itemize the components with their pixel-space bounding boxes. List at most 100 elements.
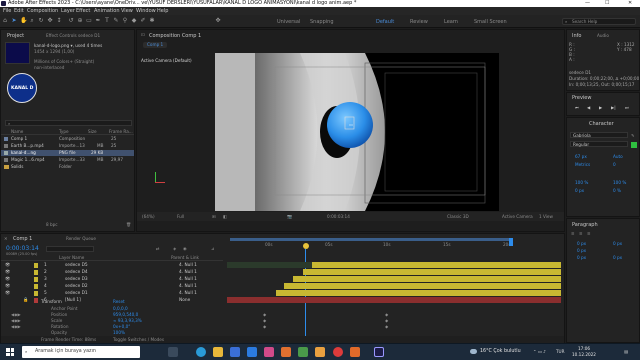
layer-parent[interactable]: 4. Null 1 xyxy=(179,269,197,276)
visibility-eye-icon[interactable]: 👁 xyxy=(5,269,10,276)
next-frame-icon[interactable]: ▶| xyxy=(611,105,616,110)
prop-opacity-value[interactable]: 100% xyxy=(113,330,125,335)
work-area-end-marker[interactable] xyxy=(509,238,513,246)
clock-time[interactable]: 17:06 xyxy=(578,346,590,351)
menu-composition[interactable]: Composition xyxy=(27,7,58,15)
close-button[interactable]: ✕ xyxy=(628,0,632,7)
font-size-value[interactable]: 67 px xyxy=(575,154,587,159)
transform-label[interactable]: Transform xyxy=(41,299,62,304)
project-item[interactable]: Solids Folder xyxy=(1,164,134,170)
keyframe-diamond-icon[interactable]: ◆ xyxy=(385,318,388,323)
language-indicator[interactable]: TUR xyxy=(556,349,565,354)
visibility-eye-icon[interactable]: 👁 xyxy=(5,262,10,269)
dolly-tool-icon[interactable]: ↕ xyxy=(56,18,62,24)
orbit-tool-icon[interactable]: ↻ xyxy=(38,18,44,24)
store-icon[interactable] xyxy=(230,347,240,357)
puppet-tool-icon[interactable]: ✱ xyxy=(149,18,155,24)
font-style-dropdown[interactable]: Regular xyxy=(570,141,628,147)
comp-viewer[interactable] xyxy=(215,53,499,211)
tsume-value[interactable]: 0 % xyxy=(613,188,621,193)
space-before-value[interactable]: 0 px xyxy=(577,255,586,260)
task-view-icon[interactable] xyxy=(168,347,178,357)
prop-scale-value[interactable]: ∞ 93,3,93,3% xyxy=(113,318,142,323)
windows-start-icon[interactable] xyxy=(6,348,14,356)
close-tab-icon[interactable]: ✕ xyxy=(4,236,8,241)
hand-tool-icon[interactable]: ✋ xyxy=(20,18,27,24)
app-icon[interactable] xyxy=(350,347,360,357)
layer-label-color[interactable] xyxy=(34,263,38,268)
lock-icon[interactable]: ⊡ xyxy=(141,32,145,37)
keyframe-nav-icon[interactable]: ◀◆▶ xyxy=(11,312,21,317)
resolution-dropdown[interactable]: Full xyxy=(177,214,184,219)
prev-frame-icon[interactable]: ◀ xyxy=(587,105,590,110)
menu-window[interactable]: Window xyxy=(136,7,156,15)
weather-icon[interactable] xyxy=(470,349,477,354)
keyframe-nav-icon[interactable]: ◀◆▶ xyxy=(11,324,21,329)
menu-view[interactable]: View xyxy=(121,7,133,15)
layer-parent[interactable]: 4. Null 1 xyxy=(179,283,197,290)
universal-label[interactable]: Universal xyxy=(277,19,300,25)
draft-3d-icon[interactable]: ◈ xyxy=(173,246,176,251)
play-icon[interactable]: ▶ xyxy=(599,105,602,110)
col-parent[interactable]: Parent & Link xyxy=(171,255,199,260)
vertical-scale-value[interactable]: 100 % xyxy=(575,180,588,185)
tab-info[interactable]: Info xyxy=(572,33,581,39)
app-icon[interactable] xyxy=(264,347,274,357)
last-frame-icon[interactable]: ⏭ xyxy=(625,105,629,110)
layer-bar[interactable] xyxy=(311,262,561,268)
baseline-shift-value[interactable]: 0 px xyxy=(575,188,584,193)
layer-bar[interactable] xyxy=(293,276,561,282)
viewer-timecode[interactable]: 0:00:03:14 xyxy=(327,214,350,219)
col-size[interactable]: Size xyxy=(88,129,97,134)
edge-icon[interactable] xyxy=(196,347,206,357)
app-icon[interactable] xyxy=(315,347,325,357)
after-effects-icon[interactable] xyxy=(374,347,384,357)
col-name[interactable]: Name xyxy=(11,129,23,134)
fill-color-swatch[interactable] xyxy=(631,142,637,148)
col-frame-rate[interactable]: Frame Ra... xyxy=(109,129,133,134)
anchor-tool-icon[interactable]: ⊕ xyxy=(77,18,83,24)
selection-tool-icon[interactable]: ➤ xyxy=(11,18,17,24)
layer-name[interactable]: sedece D5 xyxy=(65,262,88,269)
tab-audio[interactable]: Audio xyxy=(597,33,609,38)
clock-date[interactable]: 10.12.2022 xyxy=(572,352,596,357)
menu-animation[interactable]: Animation xyxy=(94,7,120,15)
layer-label-color[interactable] xyxy=(34,284,38,289)
work-area-bar[interactable] xyxy=(230,238,510,241)
prop-rotation-value[interactable]: 0x+0,0° xyxy=(113,324,130,329)
eyedropper-icon[interactable]: ✎ xyxy=(631,133,635,138)
rect-tool-icon[interactable]: ▭ xyxy=(86,18,92,24)
time-ruler[interactable]: 00s 05s 10s 15s 20s xyxy=(225,238,564,258)
camera-dropdown[interactable]: Active Camera xyxy=(502,214,533,219)
tab-render-queue[interactable]: Render Queue xyxy=(66,236,96,241)
layer-name[interactable]: sedece D1 xyxy=(65,290,88,297)
file-explorer-icon[interactable] xyxy=(213,347,223,357)
timeline-timecode[interactable]: 0:00:03:14 xyxy=(6,245,39,252)
first-frame-icon[interactable]: ⏮ xyxy=(575,105,579,110)
view-layout-dropdown[interactable]: 1 View xyxy=(539,214,553,219)
tab-preview[interactable]: Preview xyxy=(572,95,591,101)
eraser-tool-icon[interactable]: ◆ xyxy=(131,18,137,24)
tab-paragraph[interactable]: Paragraph xyxy=(572,222,598,228)
mail-icon[interactable] xyxy=(247,347,257,357)
current-time-indicator[interactable] xyxy=(303,243,309,249)
pan-tool-icon[interactable]: ✥ xyxy=(47,18,53,24)
minimize-button[interactable]: — xyxy=(585,0,590,7)
tab-composition[interactable]: Composition Comp 1 xyxy=(149,33,201,39)
indent-left-value[interactable]: 0 px xyxy=(577,241,586,246)
keyframe-diamond-icon[interactable]: ◆ xyxy=(263,312,266,317)
layer-bar[interactable] xyxy=(276,290,561,296)
workspace-learn[interactable]: Learn xyxy=(444,19,458,25)
search-help-field[interactable]: ⌕ Search Help xyxy=(562,18,636,25)
menu-help[interactable]: Help xyxy=(157,7,168,15)
pen-tool-icon[interactable]: ✒ xyxy=(95,18,101,24)
layer-row[interactable]: 👁 3 sedece D3 4. Null 1 xyxy=(1,276,223,283)
snapping-label[interactable]: Snapping xyxy=(310,19,334,25)
layer-parent[interactable]: 4. Null 1 xyxy=(179,276,197,283)
menu-edit[interactable]: Edit xyxy=(14,7,24,15)
tab-comp-timeline[interactable]: Comp 1 xyxy=(13,236,32,242)
chrome-icon[interactable] xyxy=(333,347,343,357)
app-icon[interactable] xyxy=(281,347,291,357)
layer-label-color[interactable] xyxy=(34,291,38,296)
align-center-icon[interactable]: ≡ xyxy=(579,231,583,236)
